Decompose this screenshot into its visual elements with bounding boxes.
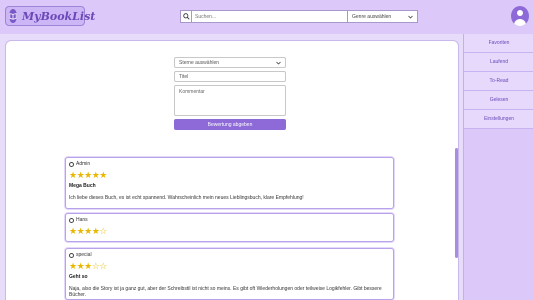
nav-item-laufend[interactable]: Laufend	[464, 53, 533, 72]
stars-select[interactable]: Sterne auswählen	[174, 57, 286, 68]
review-title: Geht so	[69, 274, 88, 280]
search-bar: Genre auswählen	[180, 10, 418, 23]
genre-select[interactable]: Genre auswählen	[348, 10, 418, 23]
book-icon	[9, 9, 17, 23]
nav-item-to-read[interactable]: To-Read	[464, 72, 533, 91]
nav-item-einstellungen[interactable]: Einstellungen	[464, 110, 533, 129]
genre-select-value: Genre auswählen	[352, 13, 392, 20]
review-user: Hans	[76, 217, 88, 223]
title-input[interactable]: Titel	[174, 71, 286, 82]
user-icon	[517, 10, 523, 16]
avatar[interactable]	[511, 6, 529, 26]
review-user: special	[76, 252, 92, 258]
review-text: Ich liebe dieses Buch, es ist echt spann…	[69, 195, 304, 201]
nav-item-favoriten[interactable]: Favoriten	[464, 34, 533, 53]
scrollbar[interactable]	[455, 148, 458, 258]
star-rating: ★★★★☆	[69, 227, 107, 237]
nav-item-gelesen[interactable]: Gelesen	[464, 91, 533, 110]
app-logo[interactable]: MyBookList	[5, 6, 95, 26]
user-icon	[69, 252, 74, 258]
review-user: Admin	[76, 161, 91, 167]
review-card: Admin ★★★★★ Mega Buch Ich liebe dieses B…	[65, 157, 394, 209]
chevron-down-icon	[408, 15, 413, 19]
user-icon	[69, 217, 74, 223]
review-card: special ★★★☆☆ Geht so Naja, also die Sto…	[65, 248, 394, 300]
star-rating: ★★★★★	[69, 171, 107, 181]
search-icon[interactable]	[180, 10, 191, 23]
star-rating: ★★★☆☆	[69, 262, 107, 272]
chevron-down-icon	[276, 61, 281, 65]
review-text: Naja, also die Story ist ja ganz gut, ab…	[69, 286, 382, 298]
user-icon	[69, 161, 74, 167]
submit-review-button[interactable]: Bewertung abgeben	[174, 119, 286, 130]
app-title: MyBookList	[22, 9, 96, 23]
top-bar: MyBookList Genre auswählen	[0, 0, 533, 34]
search-input[interactable]	[191, 10, 348, 23]
review-title: Mega Buch	[69, 183, 96, 189]
review-form: Sterne auswählen Titel Kommentar Bewertu…	[174, 57, 286, 130]
comment-textarea[interactable]: Kommentar	[174, 85, 286, 116]
review-card: Hans ★★★★☆	[65, 213, 394, 242]
side-nav: Favoriten Laufend To-Read Gelesen Einste…	[463, 34, 533, 300]
